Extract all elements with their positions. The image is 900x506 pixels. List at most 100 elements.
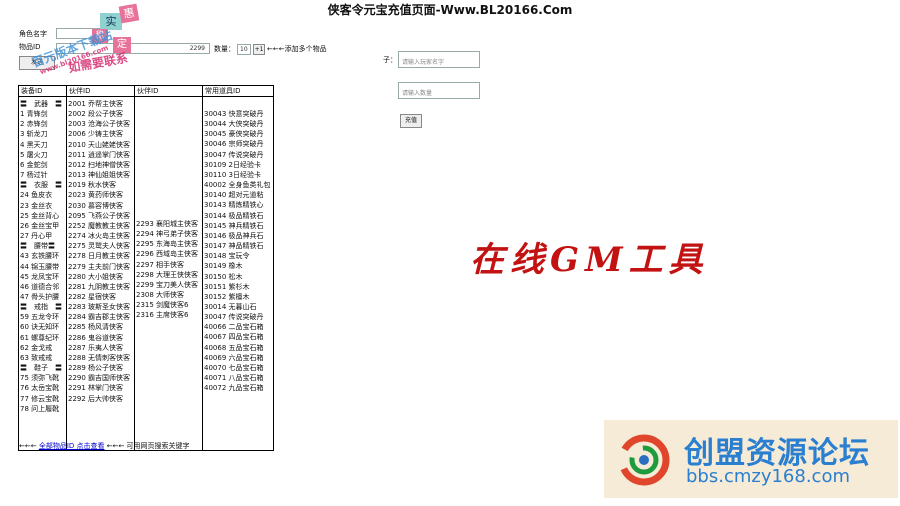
table-cell: 30110 3日经验卡 <box>204 170 261 179</box>
table-cell: 2294 神弓弟子侠客 <box>136 230 199 239</box>
table-cell: 2292 后大帅侠客 <box>68 394 124 403</box>
table-cell: 40070 七品宝石箱 <box>204 363 264 372</box>
table-cell: 26 金丝宝甲 <box>20 221 60 230</box>
table-cell: 〓 腰带〓 <box>20 242 55 251</box>
online-gm-tool-text: 在线GM工具 <box>470 240 709 280</box>
table-cell: 60 诀无知环 <box>20 323 60 332</box>
table-cell: 2289 杨公子侠客 <box>68 364 124 373</box>
item-id-table: 装备ID 伙伴ID 伙伴ID 常用道具ID 〓 武器 〓 1 青锋剑 2 赤锋剑 3 … <box>18 85 274 451</box>
item-id-value: 2299 <box>189 45 205 52</box>
table-cell: 61 螺尊纪环 <box>20 333 60 342</box>
right-form-label: 子： <box>383 56 397 64</box>
table-cell: 40072 九品宝石箱 <box>204 384 264 393</box>
table-cell: 30047 传说突破丹 <box>204 150 264 159</box>
table-cell: 2 赤锋剑 <box>20 120 48 129</box>
table-cell: 30148 宝玩令 <box>204 252 250 261</box>
table-cell: 30150 松木 <box>204 272 243 281</box>
table-cell: 2291 林掌门侠客 <box>68 384 124 393</box>
table-cell: 30147 神品精铁石 <box>204 242 264 251</box>
table-cell: 27 丹心甲 <box>20 232 53 241</box>
table-cell: 2288 无情刺客侠客 <box>68 353 131 362</box>
table-cell: 62 金戈戒 <box>20 343 53 352</box>
quantity-input[interactable]: 10 <box>237 44 251 55</box>
table-cell: 6 金蛇剑 <box>20 160 48 169</box>
role-name-label: 角色名字 <box>19 30 47 38</box>
header-partner-id: 伙伴ID <box>69 87 91 95</box>
table-cell: 2284 霸吉郡主侠客 <box>68 313 131 322</box>
header-common-item-id: 常用道具ID <box>205 87 241 95</box>
table-cell: 30146 极品神兵石 <box>204 231 264 240</box>
table-cell: 3 斩龙刀 <box>20 130 48 139</box>
table-cell: 2281 九阴教主侠客 <box>68 282 131 291</box>
table-cell: 40066 二品宝石箱 <box>204 323 264 332</box>
table-cell: 30109 2日经验卡 <box>204 160 261 169</box>
table-cell: 2278 日月教主侠客 <box>68 252 131 261</box>
table-cell: 2030 慕容博侠客 <box>68 201 124 210</box>
footer-suffix: ←←← 可用网页搜索关键字 <box>104 442 190 450</box>
table-cell: 40069 六品宝石箱 <box>204 353 264 362</box>
table-cell: 30140 超对元道粘 <box>204 191 264 200</box>
table-cell: 30151 紫杉木 <box>204 282 250 291</box>
table-cell: 75 须弥飞靴 <box>20 374 60 383</box>
table-cell: 2013 神仙姐姐侠客 <box>68 171 131 180</box>
table-cell: 78 问上履靴 <box>20 404 60 413</box>
table-cell: 2285 杨风清侠客 <box>68 323 124 332</box>
cmzy-swirl-icon <box>618 434 670 486</box>
table-cell: 30043 快意突破丹 <box>204 110 264 118</box>
table-cell: 2295 东海岛主侠客 <box>136 240 199 249</box>
all-items-link[interactable]: 全部物品ID 点击查看 <box>39 442 105 450</box>
table-cell: 40067 四品宝石箱 <box>204 333 264 342</box>
table-cell: 30143 精炼精铁心 <box>204 201 264 210</box>
table-cell: 76 太岳宝靴 <box>20 384 60 393</box>
table-cell: 2297 相手侠客 <box>136 260 185 269</box>
table-cell: 40068 五品宝石箱 <box>204 343 264 352</box>
table-cell: 59 五龙令环 <box>20 313 60 322</box>
table-cell: 1 青锋剑 <box>20 110 48 119</box>
table-cell: 2298 大理王侠侠客 <box>136 270 199 279</box>
table-cell: 5 屠火刀 <box>20 150 48 159</box>
table-cell: 25 金丝背心 <box>20 211 60 220</box>
table-cell: 63 致戒戒 <box>20 353 53 362</box>
add-hint-text: ←←←添加多个物品 <box>267 45 327 53</box>
table-cell: 2279 主夫前门侠客 <box>68 262 131 271</box>
table-cell: 30046 宗师突破丹 <box>204 140 264 149</box>
cmzy-url: bbs.cmzy168.com <box>686 466 851 487</box>
table-col-equipment-list: 〓 武器 〓 1 青锋剑 2 赤锋剑 3 斩龙刀 4 黑天刀 5 屠火刀 6 金蛇剑 7 杨过… <box>20 99 66 414</box>
table-cell: 2011 逍遥掌门侠客 <box>68 150 131 159</box>
amount-input[interactable]: 请输入数量 <box>398 82 480 99</box>
table-cell: 2002 段公子侠客 <box>68 110 124 119</box>
table-cell: 44 锦玉腰带 <box>20 262 60 271</box>
table-cell: 2003 沧海公子侠客 <box>68 120 131 129</box>
table-cell: 2283 玻斯圣女侠客 <box>68 303 131 312</box>
table-cell: 47 骨头护腰 <box>20 292 60 301</box>
table-cell: 2287 乐夷人侠客 <box>68 343 124 352</box>
table-col-partner-2-list: 2293 襄阳城主侠客 2294 神弓弟子侠客 2295 东海岛主侠客 2296 西域… <box>136 219 202 321</box>
table-cell: 2293 襄阳城主侠客 <box>136 220 199 228</box>
table-cell: 2286 鬼谷道侠客 <box>68 333 124 342</box>
table-cell: 〓 衣服 〓 <box>20 181 62 190</box>
table-cell: 24 鱼皮衣 <box>20 191 53 200</box>
table-cell: 30044 大侠突破丹 <box>204 120 264 129</box>
table-cell: 30145 神兵精铁石 <box>204 221 264 230</box>
table-cell: 4 黑天刀 <box>20 140 48 149</box>
table-cell: 2296 西域岛主侠客 <box>136 250 199 259</box>
table-cell: 7 杨过针 <box>20 171 48 180</box>
table-cell: 2315 剑魔侠客6 <box>136 301 189 310</box>
recharge-button[interactable]: 充值 <box>400 114 422 128</box>
table-cell: 〓 鞋子 〓 <box>20 364 62 373</box>
table-cell: 2280 大小姐侠客 <box>68 272 124 281</box>
cmzy-logo: 创盟资源论坛 bbs.cmzy168.com <box>604 420 898 498</box>
player-name-input[interactable]: 请输入玩家名字 <box>398 51 480 68</box>
table-cell: 2275 灵鹫夫人侠客 <box>68 242 131 251</box>
badge-hui: 惠 <box>118 3 140 24</box>
footer-line: ←←← 全部物品ID 点击查看 ←←← 可用网页搜索关键字 <box>19 442 190 451</box>
table-cell: 2299 宝刀美人侠客 <box>136 280 199 289</box>
table-cell: 2006 少铸主侠客 <box>68 130 124 139</box>
table-cell: 2316 主席侠客6 <box>136 311 189 320</box>
table-cell: 2010 天山姥姥侠客 <box>68 140 131 149</box>
table-col-partner-list: 2001 乔帮主侠客 2002 段公子侠客 2003 沧海公子侠客 2006 少铸主侠… <box>68 99 134 404</box>
table-cell: 2252 魔教教主侠客 <box>68 221 131 230</box>
add-one-button[interactable]: +1 <box>253 44 265 55</box>
table-cell: 2019 秋水侠客 <box>68 181 117 190</box>
footer-prefix: ←←← <box>19 442 39 450</box>
